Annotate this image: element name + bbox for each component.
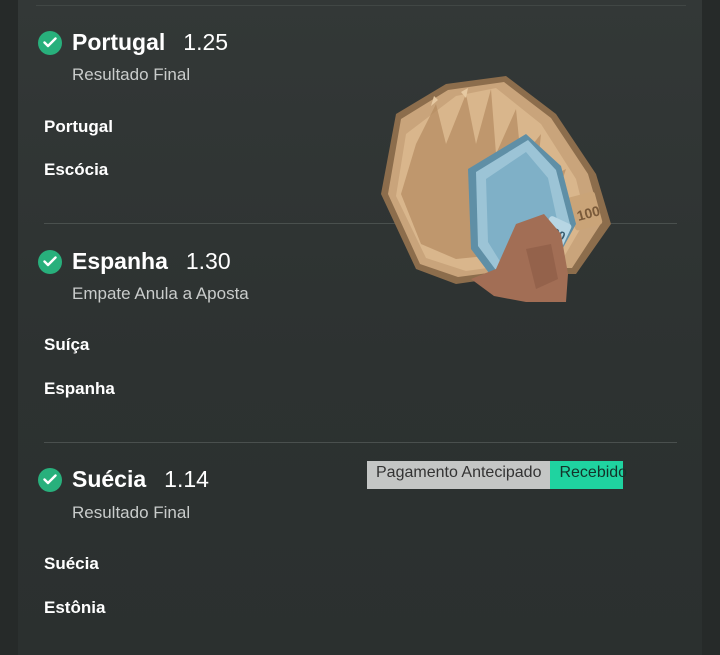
- early-payout-badge: Pagamento Antecipado Recebido: [367, 461, 627, 489]
- selection-header: Portugal 1.25: [38, 29, 228, 56]
- selection-team: Espanha: [72, 248, 168, 274]
- left-edge: [0, 0, 18, 655]
- participant-away: Escócia: [44, 160, 109, 179]
- participant-home: Suécia: [44, 554, 99, 573]
- selection-header: Suécia 1.14: [38, 466, 209, 493]
- divider: [44, 442, 677, 443]
- selection-odd: 1.14: [164, 466, 209, 492]
- cash-stack-image: 100 100: [381, 76, 611, 302]
- check-circle-icon: [38, 30, 62, 55]
- selection-team: Portugal: [72, 29, 166, 55]
- participant-home: Portugal: [44, 117, 113, 136]
- participant-home: Suíça: [44, 335, 90, 354]
- selection-odd: 1.25: [183, 29, 229, 55]
- early-payout-label: Pagamento Antecipado: [367, 461, 551, 489]
- market-name: Resultado Final: [72, 503, 191, 522]
- divider: [36, 5, 686, 6]
- early-payout-status: Recebido: [550, 461, 627, 489]
- market-name: Resultado Final: [72, 65, 191, 84]
- check-circle-icon: [38, 249, 62, 274]
- selection-header: Espanha 1.30: [38, 248, 231, 275]
- selection-odd: 1.30: [185, 248, 231, 274]
- participant-away: Espanha: [44, 379, 115, 398]
- market-name: Empate Anula a Aposta: [72, 284, 249, 303]
- right-edge: [702, 0, 720, 655]
- selection-team: Suécia: [72, 466, 147, 492]
- check-circle-icon: [38, 467, 62, 492]
- participant-away: Estônia: [44, 598, 106, 617]
